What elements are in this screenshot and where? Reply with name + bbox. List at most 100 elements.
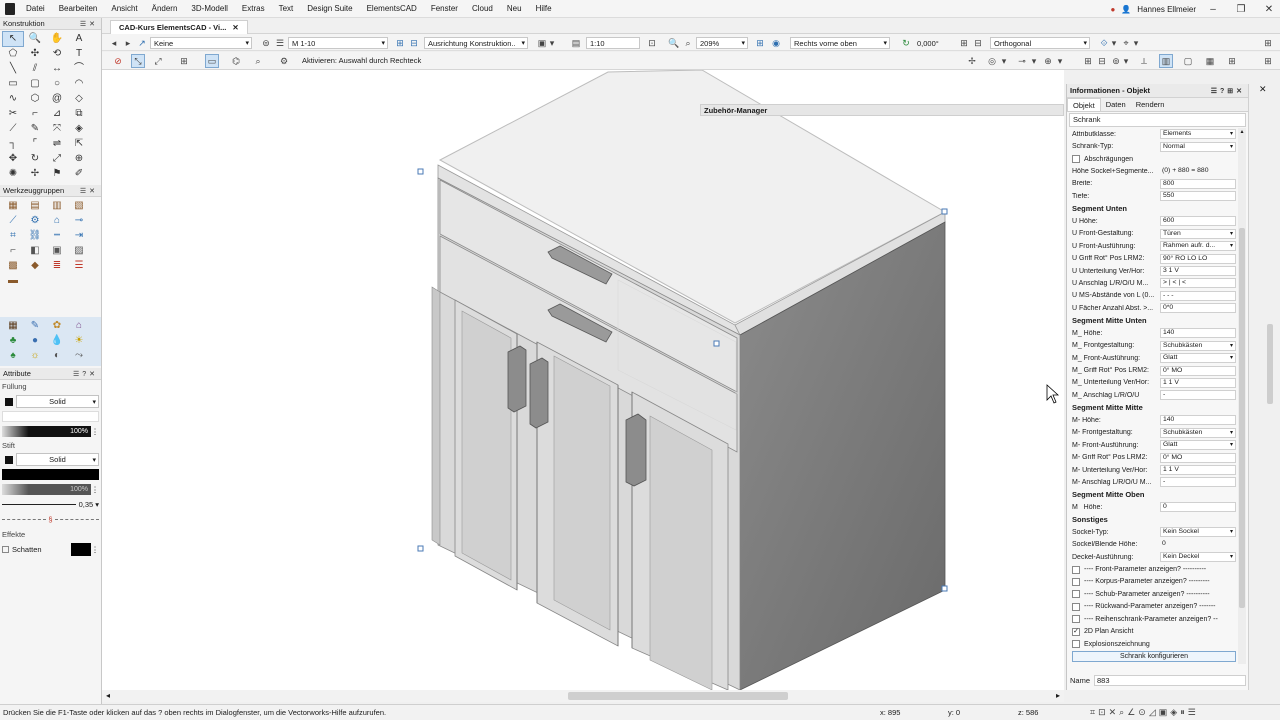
scale-tool-icon[interactable]: ⤢ [47,152,67,166]
palette-controls-icon[interactable]: ☰✕ [80,187,98,195]
tab-daten[interactable]: Daten [1101,98,1131,111]
tab-objekt[interactable]: Objekt [1067,98,1101,111]
selection-handle[interactable] [713,340,720,347]
selection-preferences-icon[interactable]: ⚙ [278,55,290,67]
sun-tool-icon[interactable]: ☀ [69,334,89,348]
grid-icon[interactable]: ⊟ [1096,55,1108,67]
link-tool-icon[interactable]: ⛓ [25,229,45,243]
menu-item[interactable]: 3D-Modell [184,0,234,18]
snap-grid-icon[interactable]: ⌗ [1090,707,1095,718]
projection-select[interactable]: Orthogonal [990,37,1090,49]
line-weight-value[interactable]: 0,35 [79,500,94,509]
trim-tool-icon[interactable]: ✂ [3,107,23,121]
view-globe-icon[interactable]: ◉ [770,37,782,49]
property-select[interactable]: Elements [1160,129,1236,140]
render-tool-icon[interactable]: ✿ [47,319,67,333]
eyedropper-tool-icon[interactable]: ✎ [25,122,45,136]
horizontal-scroll-thumb[interactable] [568,692,788,700]
property-button[interactable]: Schrank konfigurieren [1072,651,1236,663]
property-value[interactable]: 140 [1160,328,1236,339]
stripe-tool-icon[interactable]: ☰ [69,259,89,273]
lasso-marquee-mode-icon[interactable]: ⌕ [252,55,264,67]
rectangle-tool-icon[interactable]: ▭ [3,77,23,91]
property-value[interactable]: 90° RO LO LO [1160,253,1236,264]
selection-handle[interactable] [941,585,948,592]
lasso-select-mode-icon[interactable]: ⤢ [152,55,164,67]
edge-tool-icon[interactable]: ┅ [47,229,67,243]
render-mode-icon[interactable]: ⟐ [1098,37,1110,49]
back-icon[interactable]: ◂ [108,37,120,49]
working-plane-dropdown-icon[interactable]: ▾ [1056,55,1064,67]
single-view-icon[interactable]: ▢ [1182,55,1194,67]
menu-item[interactable]: Design Suite [300,0,359,18]
material-tool-icon[interactable]: ◆ [25,259,45,273]
layer-icon[interactable]: ⊜ [260,37,272,49]
wall-tool-icon[interactable]: ▨ [69,244,89,258]
measure-plane-icon[interactable]: ⟂ [1138,55,1150,67]
property-checkbox[interactable] [1072,640,1080,649]
plane-icon[interactable]: ⊞ [958,37,970,49]
snap-edge-icon[interactable]: ◿ [1149,707,1156,718]
property-checkbox[interactable] [1072,155,1080,164]
notification-icon[interactable]: ● [1110,5,1115,14]
property-select[interactable]: Schubkästen [1160,340,1236,351]
hardware-tool-icon[interactable]: ⚙ [25,214,45,228]
panel-tool-icon[interactable]: ▤ [25,199,45,213]
selection-tool-icon[interactable]: ↖ [2,31,24,47]
sphere-tool-icon[interactable]: ● [25,334,45,348]
zoom-select[interactable]: 209% [696,37,748,49]
snap-tangent-icon[interactable]: ⊙ [1138,707,1146,718]
spiral-tool-icon[interactable]: @ [47,92,67,106]
palette-controls-icon[interactable]: ☰?✕ [73,370,98,378]
view-grid-icon[interactable]: ⊞ [754,37,766,49]
align-icon[interactable]: ⊞ [394,37,406,49]
sheet-icon[interactable]: ▣ [536,37,548,49]
property-checkbox[interactable] [1072,602,1080,611]
working-plane-icon[interactable]: ⊕ [1042,55,1054,67]
plane-mode-icon[interactable]: ⊟ [972,37,984,49]
selection-handle[interactable] [941,208,948,215]
menu-item[interactable]: Datei [19,0,52,18]
property-value[interactable]: 0 [1160,502,1236,513]
rounded-rectangle-tool-icon[interactable]: ▢ [25,77,45,91]
user-icon[interactable]: 👤 [1121,5,1131,14]
gradient-tool-icon[interactable]: ◐ [47,349,67,363]
line-marker-icon[interactable]: § [48,515,52,524]
polygon-tool-icon[interactable]: ⬡ [25,92,45,106]
move-tool-icon[interactable]: ✥ [3,152,23,166]
fill-opacity-bar[interactable]: 100% [2,426,91,437]
move-by-points-tool-icon[interactable]: ⇱ [69,137,89,151]
property-select[interactable]: Türen [1160,228,1236,239]
scroll-up-icon[interactable]: ▴ [1238,128,1246,135]
fill-color-swatch[interactable] [5,397,13,406]
paint-tool-icon[interactable]: ✎ [25,319,45,333]
wood-board-tool-icon[interactable]: ▧ [69,199,89,213]
view-layout-icon[interactable]: ▥ [1159,54,1173,68]
rotation-field[interactable]: 0,000° [914,37,954,49]
disable-snapping-icon[interactable]: ⊘ [112,55,124,67]
screen-plane-icon[interactable]: ⊚ [1110,55,1122,67]
light-tool-icon[interactable]: ♣ [3,334,23,348]
property-value[interactable]: 550 [1160,191,1236,202]
property-value[interactable]: 140 [1160,415,1236,426]
split-tool-icon[interactable]: ⟋ [3,122,23,136]
layer-select[interactable]: M 1-10 [288,37,388,49]
scale-icon[interactable]: ▤ [570,37,582,49]
menu-item[interactable]: Hilfe [529,0,559,18]
line-marker-start[interactable] [2,519,47,520]
reshape-tool-icon[interactable]: ⤧ [47,122,67,136]
snap-dropdown-icon[interactable]: ▾ [1000,55,1008,67]
view-select[interactable]: Rechts vorne oben [790,37,890,49]
snap-object-icon[interactable]: ⊡ [1098,707,1106,718]
menu-item[interactable]: Ansicht [104,0,144,18]
status-menu-icon[interactable]: ☰ [1188,707,1196,718]
property-value[interactable]: 0*0 [1160,303,1236,314]
grid-settings-icon[interactable]: ⊞ [1226,55,1238,67]
property-select[interactable]: Schubkästen [1160,427,1236,438]
property-select[interactable]: Glatt [1160,353,1236,364]
scroll-right-icon[interactable]: ▸ [1056,691,1060,700]
property-checkbox[interactable] [1072,615,1080,624]
text-tool-icon[interactable]: A [69,32,89,46]
fitting-tool-icon[interactable]: ⌂ [47,214,67,228]
cabinet-tool-icon[interactable]: ▦ [3,199,23,213]
